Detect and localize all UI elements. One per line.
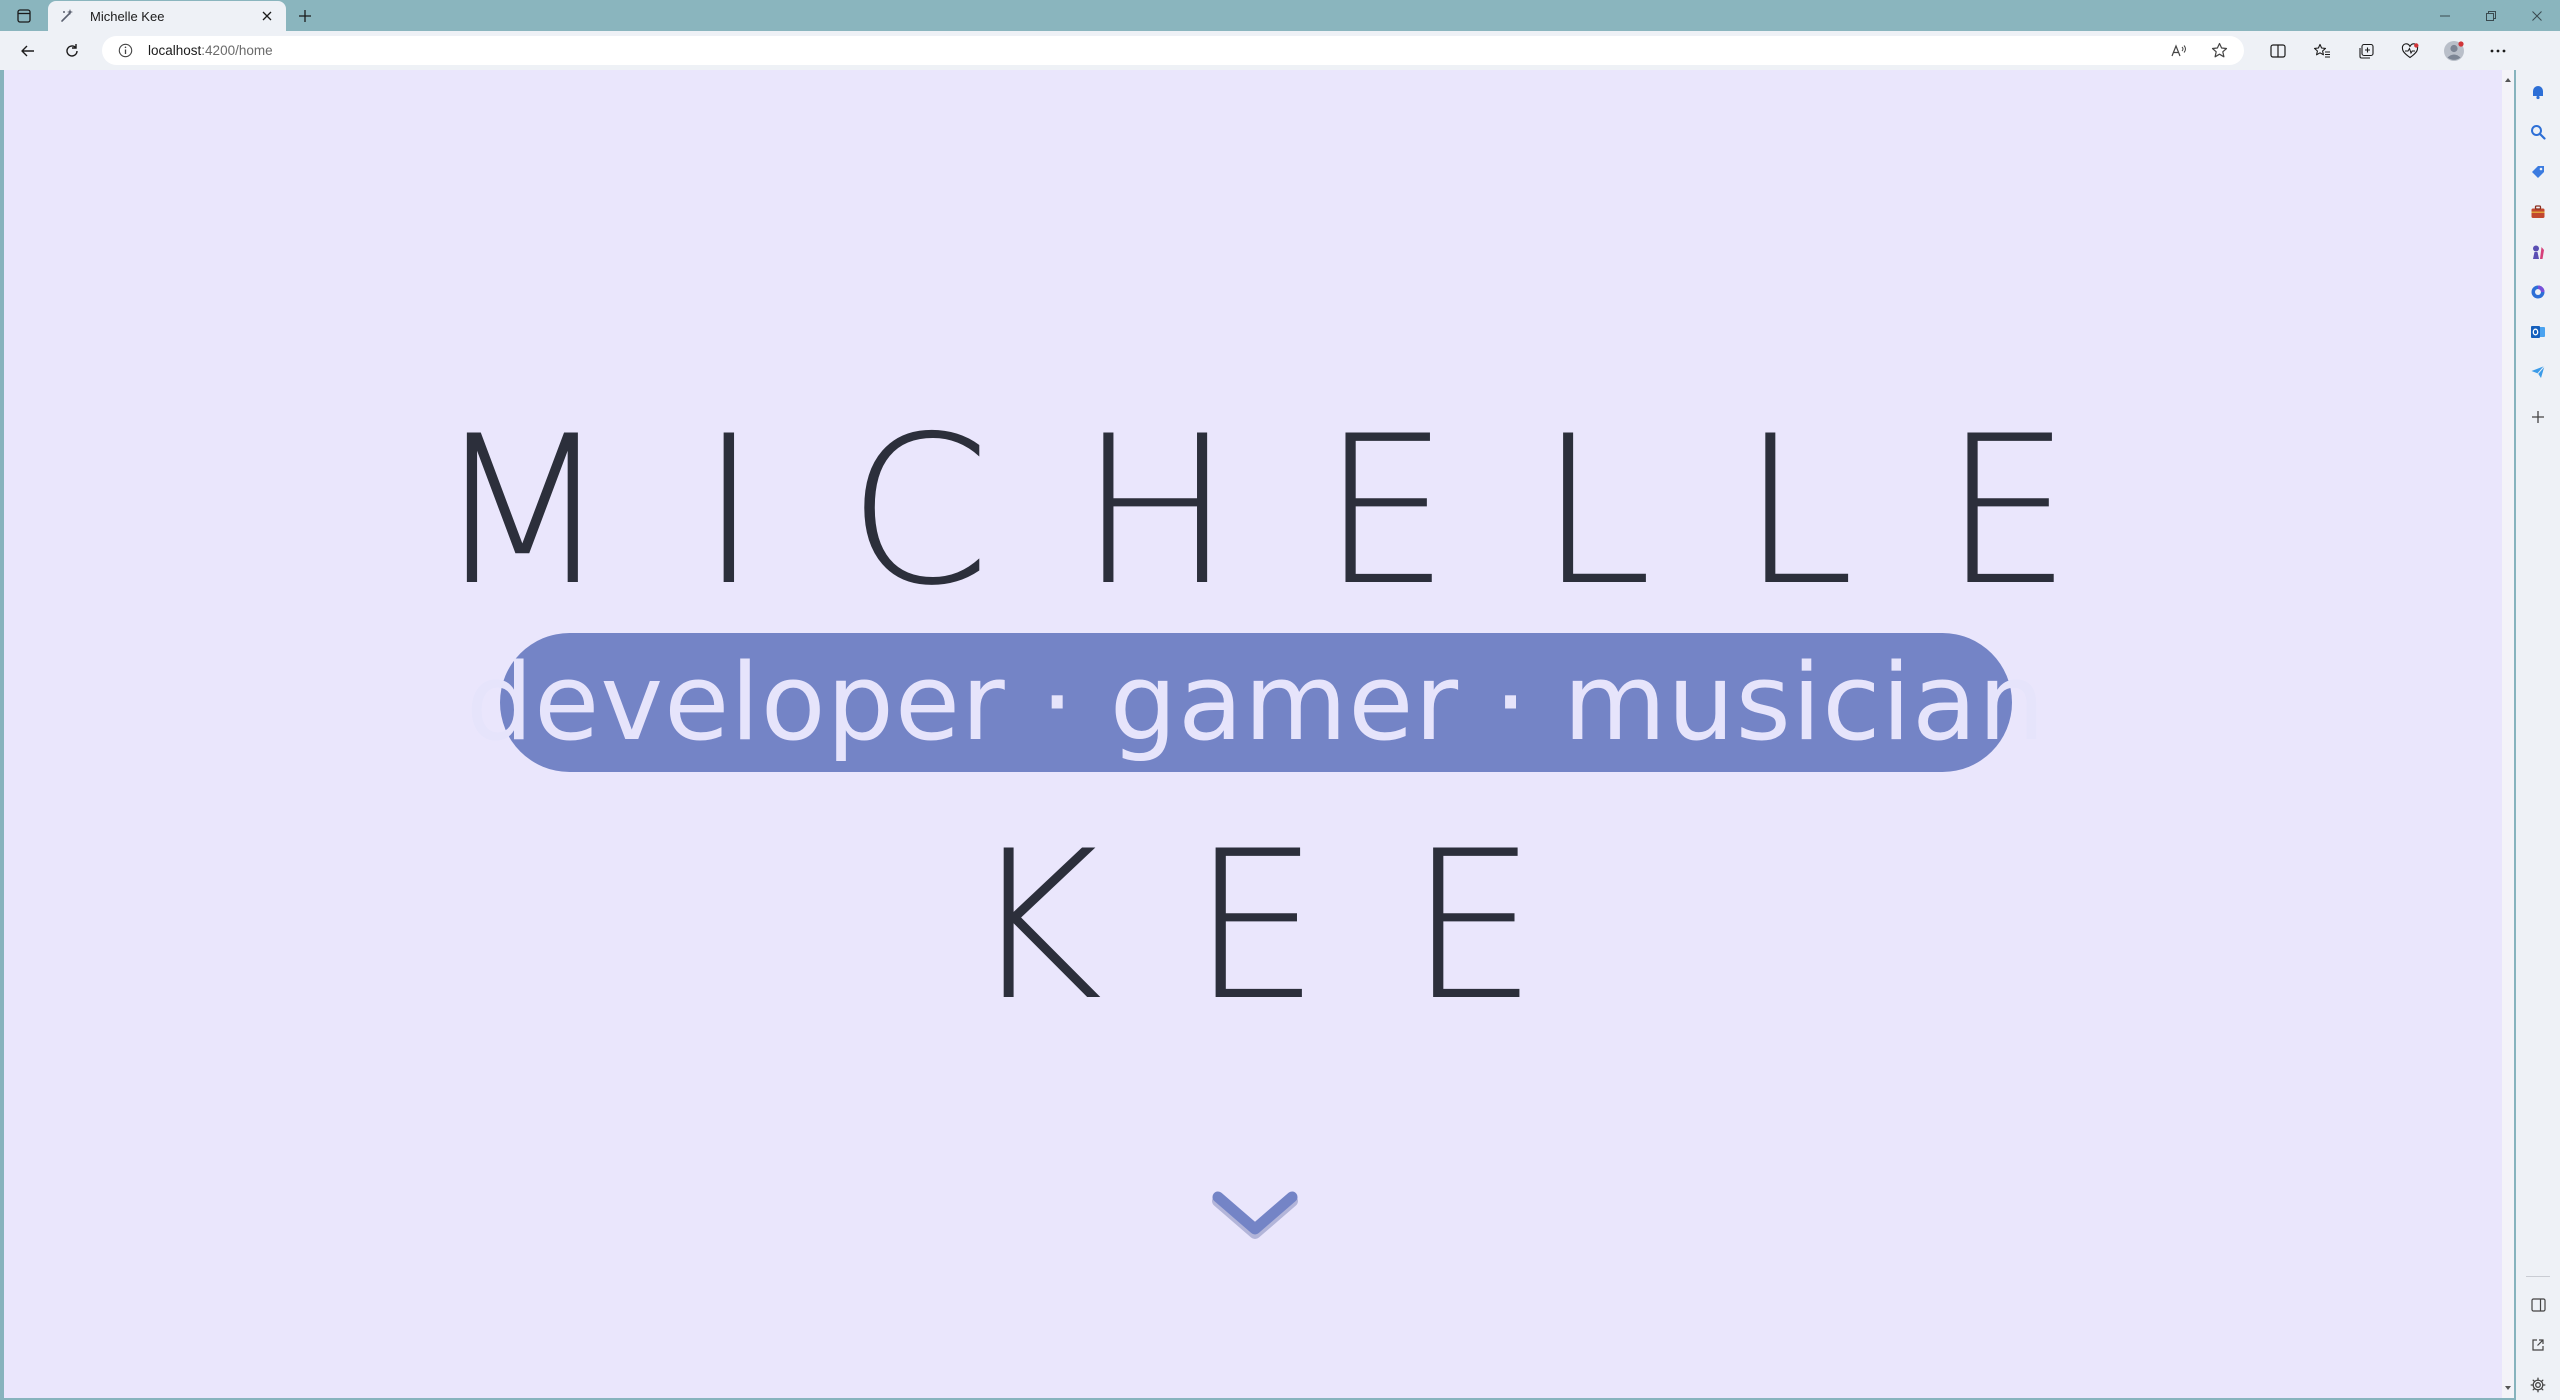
paper-plane-icon	[2531, 365, 2545, 378]
read-aloud-button[interactable]	[2166, 38, 2192, 64]
scroll-down-arrow-icon[interactable]	[2504, 1384, 2512, 1392]
favorite-button[interactable]	[2206, 38, 2232, 64]
tab-actions-icon	[17, 9, 31, 23]
page-scrollbar[interactable]	[2502, 70, 2514, 1398]
restore-icon	[2486, 10, 2496, 21]
more-icon	[2490, 49, 2506, 53]
page-viewport: MICHELLE developer · gamer · musician KE…	[4, 70, 2502, 1398]
profile-button[interactable]	[2432, 36, 2476, 66]
hero-first-name: MICHELLE	[433, 393, 2161, 631]
minimize-icon	[2440, 15, 2450, 16]
hero-last-name: KEE	[968, 808, 1626, 1046]
url-path: :4200/home	[201, 43, 273, 58]
star-icon	[2211, 42, 2227, 58]
tab-title: Michelle Kee	[90, 8, 165, 24]
refresh-button[interactable]	[58, 37, 86, 65]
browser-toolbar: localhost:4200/home	[0, 31, 2560, 70]
hero-tagline-text: developer · gamer · musician	[465, 640, 2047, 764]
sparkle-icon	[58, 7, 76, 25]
back-button[interactable]	[14, 37, 42, 65]
scroll-down-button[interactable]	[1207, 1185, 1303, 1245]
hero-tagline-pill: developer · gamer · musician	[466, 633, 2045, 772]
tab-actions-button[interactable]	[10, 5, 38, 27]
browser-essentials-button[interactable]	[2388, 36, 2432, 66]
sidebar-games-button[interactable]	[2524, 238, 2552, 266]
sidebar-tools-button[interactable]	[2524, 198, 2552, 226]
gear-icon	[2530, 1377, 2546, 1393]
site-info-icon[interactable]	[116, 42, 134, 60]
new-tab-button[interactable]	[292, 3, 318, 29]
sidebar-hide-button[interactable]	[2524, 1291, 2552, 1319]
sidebar-divider	[2526, 1276, 2550, 1277]
sidebar-notifications-button[interactable]	[2524, 78, 2552, 106]
read-aloud-icon	[2171, 43, 2186, 56]
chess-piece-icon	[2533, 245, 2544, 259]
favorites-button[interactable]	[2300, 36, 2344, 66]
browser-tab-active[interactable]: Michelle Kee	[48, 1, 286, 31]
minimize-button[interactable]	[2422, 0, 2468, 31]
arrow-left-icon	[21, 45, 34, 57]
split-screen-button[interactable]	[2256, 36, 2300, 66]
favorites-icon	[2313, 43, 2330, 58]
address-bar[interactable]: localhost:4200/home	[102, 36, 2244, 65]
collections-icon	[2358, 43, 2374, 59]
plus-icon	[2532, 411, 2544, 423]
external-link-icon	[2532, 1339, 2544, 1351]
close-icon	[2532, 10, 2542, 21]
window-close-button[interactable]	[2514, 0, 2560, 31]
tag-icon	[2532, 166, 2544, 178]
office-icon	[2531, 285, 2545, 299]
sidebar-panel-icon	[2530, 1298, 2546, 1312]
search-icon	[2531, 125, 2546, 140]
toolbar-actions	[2256, 36, 2560, 66]
settings-more-button[interactable]	[2476, 36, 2520, 66]
scroll-up-arrow-icon[interactable]	[2504, 76, 2512, 84]
briefcase-icon	[2531, 205, 2545, 218]
edge-sidebar	[2516, 31, 2560, 1400]
sidebar-outlook-button[interactable]	[2524, 318, 2552, 346]
bell-icon	[2533, 86, 2543, 100]
sidebar-drop-button[interactable]	[2524, 358, 2552, 386]
plus-icon	[299, 10, 311, 22]
tab-strip: Michelle Kee	[0, 0, 2560, 31]
restore-button[interactable]	[2468, 0, 2514, 31]
tab-close-button[interactable]	[258, 7, 276, 25]
window-controls	[2422, 0, 2560, 31]
chevron-down-icon	[1212, 1191, 1298, 1239]
url-text[interactable]: localhost:4200/home	[148, 43, 2152, 58]
url-host: localhost	[148, 43, 202, 58]
split-screen-icon	[2270, 44, 2286, 58]
refresh-icon	[66, 44, 78, 57]
collections-button[interactable]	[2344, 36, 2388, 66]
avatar-icon	[2444, 41, 2464, 61]
sidebar-settings-button[interactable]	[2524, 1371, 2552, 1399]
sidebar-shopping-button[interactable]	[2524, 158, 2552, 186]
sidebar-open-window-button[interactable]	[2524, 1331, 2552, 1359]
close-icon	[262, 11, 272, 21]
sidebar-add-button[interactable]	[2524, 403, 2552, 431]
sidebar-search-button[interactable]	[2524, 118, 2552, 146]
heart-pulse-icon	[2401, 43, 2419, 59]
sidebar-microsoft365-button[interactable]	[2524, 278, 2552, 306]
outlook-icon	[2531, 326, 2545, 338]
